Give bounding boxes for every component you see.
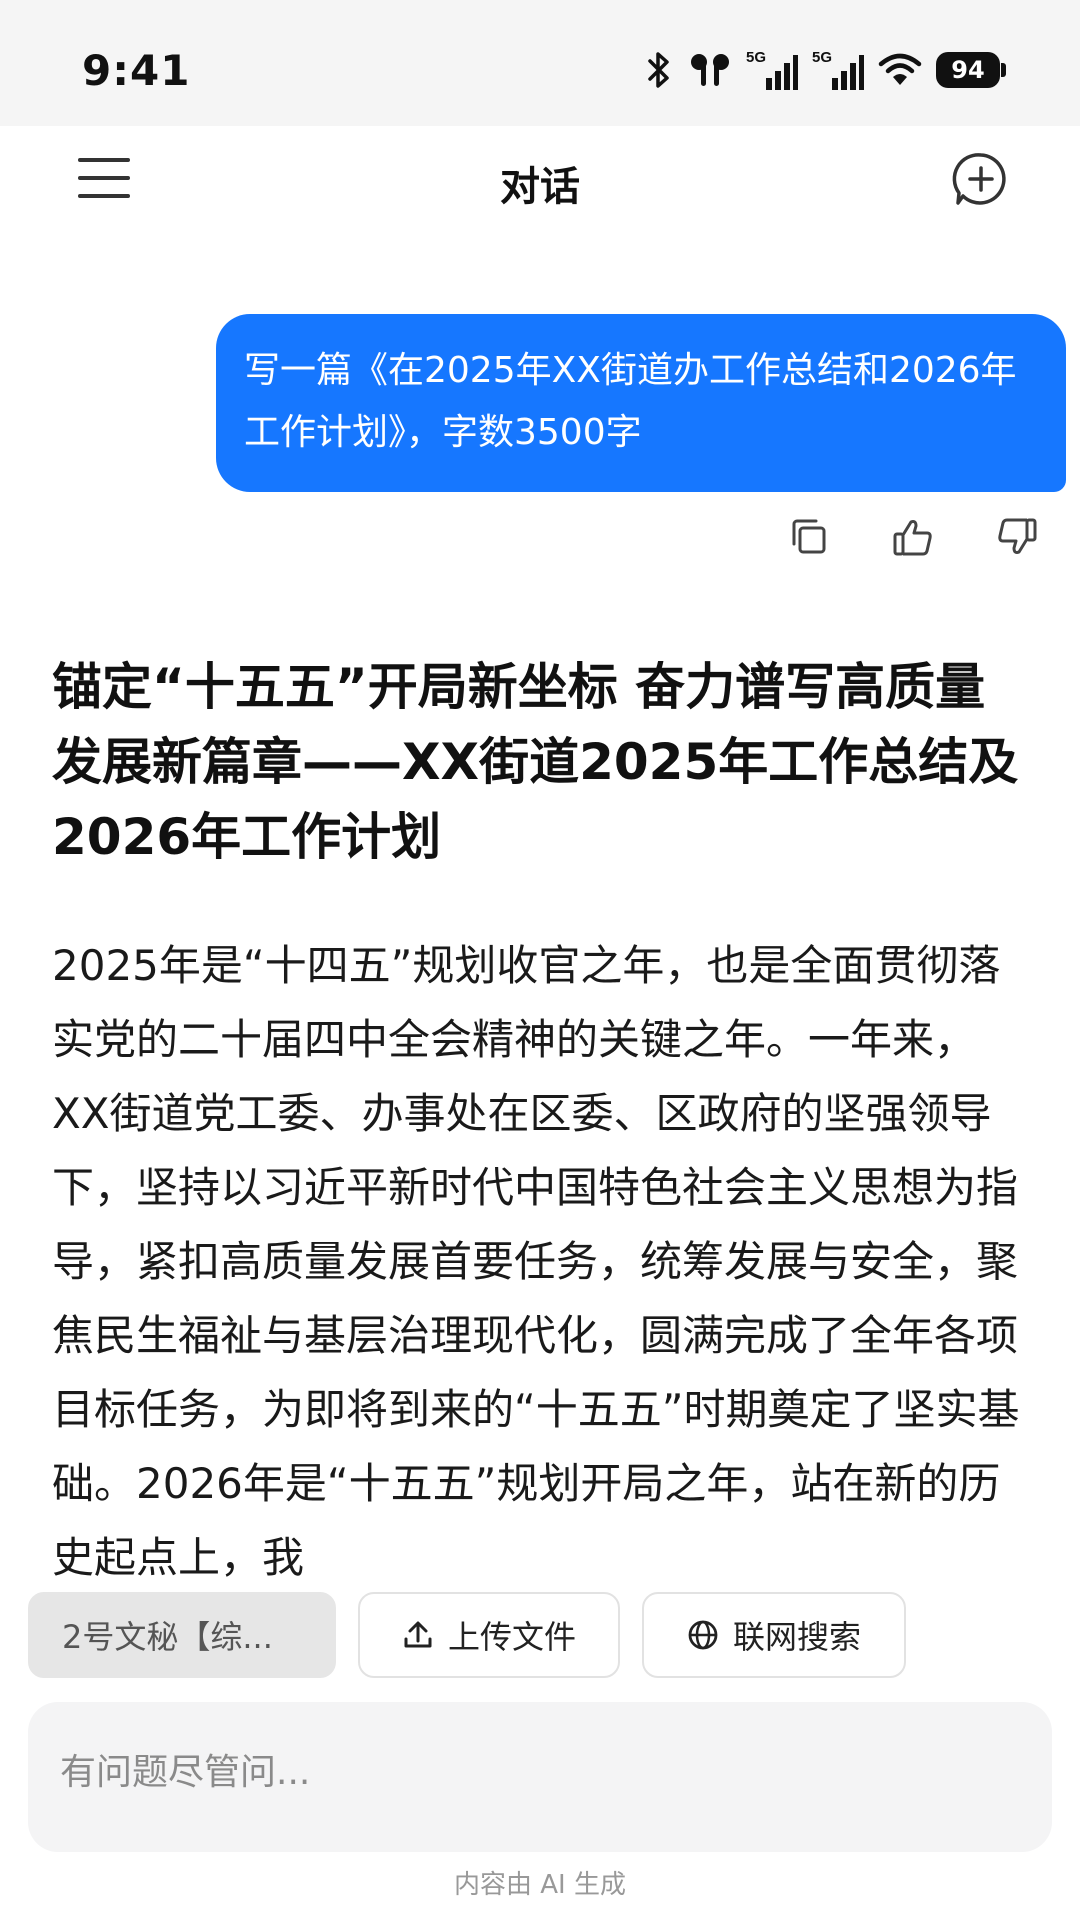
earbuds-icon (691, 54, 729, 86)
network-label-1: 5G (746, 49, 766, 66)
message-input-box[interactable] (28, 1702, 1052, 1852)
thumbs-down-icon[interactable] (994, 514, 1040, 560)
wifi-icon (878, 53, 922, 85)
agent-chip[interactable]: 2号文秘【综... (28, 1592, 336, 1678)
upload-file-label: 上传文件 (447, 1618, 576, 1656)
app-header: 对话 (0, 126, 1080, 230)
signal-icon: 5G (746, 49, 798, 90)
globe-icon (688, 1620, 718, 1650)
status-icons: 5G 5G 94 (644, 48, 1006, 92)
battery-icon: 94 (936, 52, 1006, 88)
agent-chip-label: 2号文秘【综... (62, 1618, 273, 1656)
bluetooth-icon (648, 52, 669, 88)
new-chat-plus-icon[interactable] (952, 150, 1010, 208)
message-input[interactable] (60, 1742, 1000, 1802)
message-actions (786, 514, 1040, 560)
page-title: 对话 (500, 164, 580, 210)
user-message-bubble: 写一篇《在2025年XX街道办工作总结和2026年工作计划》，字数3500字 (216, 314, 1066, 492)
battery-level: 94 (951, 56, 985, 84)
thumbs-up-icon[interactable] (890, 514, 936, 560)
answer-body: 2025年是“十四五”规划收官之年，也是全面贯彻落实党的二十届四中全会精神的关键… (52, 941, 1020, 1582)
ai-generated-note: 内容由 AI 生成 (454, 1870, 626, 1900)
web-search-button[interactable]: 联网搜索 (642, 1592, 906, 1678)
status-bar: 9:41 5G 5G 94 (0, 0, 1080, 126)
copy-icon[interactable] (786, 514, 832, 560)
answer-title: 锚定“十五五”开局新坐标 奋力谱写高质量发展新篇章——XX街道2025年工作总结… (52, 658, 1019, 866)
web-search-label: 联网搜索 (732, 1618, 861, 1656)
status-time: 9:41 (82, 46, 191, 95)
signal-icon-2: 5G (812, 49, 864, 90)
quick-action-chips: 2号文秘【综... 上传文件 联网搜索 (28, 1592, 1052, 1678)
assistant-answer: 锚定“十五五”开局新坐标 奋力谱写高质量发展新篇章——XX街道2025年工作总结… (52, 650, 1032, 1592)
network-label-2: 5G (812, 49, 832, 66)
upload-file-button[interactable]: 上传文件 (358, 1592, 620, 1678)
upload-icon (404, 1621, 432, 1648)
